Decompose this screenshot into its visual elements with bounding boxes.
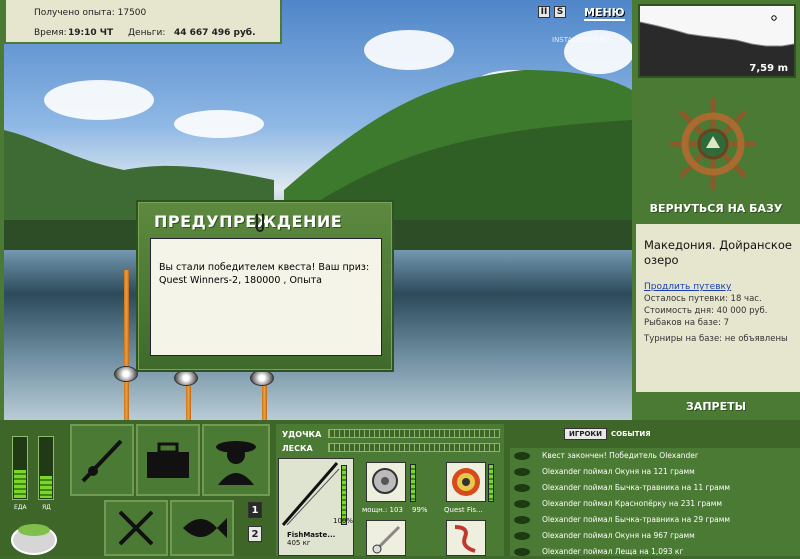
experience-label: Получено опыта: <box>34 8 115 18</box>
reel-icon[interactable] <box>174 370 198 386</box>
reel-power: мощн.: 103 <box>362 506 403 514</box>
day-cost: Стоимость дня: 40 000 руб. <box>644 306 768 316</box>
line-condition-bar <box>488 464 494 502</box>
float-icon <box>372 525 401 554</box>
fish-icon <box>183 518 227 538</box>
tournaments-status: Турниры на базе: не объявлены <box>644 334 788 344</box>
poison-label: ЯД <box>42 504 51 511</box>
watermark: INSTALLSOFT.RU <box>552 36 610 44</box>
fisherman-tile[interactable] <box>202 424 270 496</box>
worm-icon <box>454 525 476 553</box>
hook-slot[interactable] <box>366 520 406 556</box>
warning-dialog: ПРЕДУПРЕЖДЕНИЕ Вы стали победителем квес… <box>136 200 394 372</box>
time-value: 19:10 ЧТ <box>68 28 114 38</box>
line-tension-bar <box>328 443 500 452</box>
rod-weight: 405 кг <box>287 539 311 547</box>
page-2-button[interactable]: 2 <box>248 526 262 542</box>
bait-pot-icon[interactable] <box>8 516 60 556</box>
fish-tile[interactable] <box>170 500 234 556</box>
chat-tabs: ИГРОКИ СОБЫТИЯ <box>564 428 655 440</box>
fish-icon <box>514 516 530 524</box>
fishing-rod[interactable] <box>124 270 129 420</box>
line-spool-icon <box>452 468 480 496</box>
ship-wheel-icon[interactable] <box>668 96 758 192</box>
tackle-box-icon <box>147 442 189 478</box>
tab-events[interactable]: СОБЫТИЯ <box>607 429 655 439</box>
chat-message: Olexander поймал Окуня на 121 грамм <box>510 464 800 480</box>
location-info: Македония. Дойранское озеро Продлить пут… <box>636 224 800 392</box>
rod-icon <box>281 462 340 526</box>
chat-list: Квест закончен! Победитель Olexander Ole… <box>510 448 800 556</box>
fishers-count: Рыбаков на базе: 7 <box>644 318 729 328</box>
player-stats: Получено опыта: 17500 Время: 19:10 ЧТ Де… <box>4 0 282 44</box>
chat-message: Квест закончен! Победитель Olexander <box>510 448 800 464</box>
reel-icon[interactable] <box>250 370 274 386</box>
gear-panel: УДОЧКА ЛЕСКА 100% FishMaste... 405 кг мо… <box>276 424 504 556</box>
return-to-base-button[interactable]: ВЕРНУТЬСЯ НА БАЗУ <box>632 202 800 215</box>
fish-icon <box>514 468 530 476</box>
reel-icon[interactable] <box>114 366 138 382</box>
dialog-title: ПРЕДУПРЕЖДЕНИЕ <box>154 212 343 231</box>
rod-icon <box>81 439 123 483</box>
trip-left: Осталось путевки: 18 час. <box>644 294 762 304</box>
fish-icon <box>514 548 530 556</box>
fish-icon <box>514 532 530 540</box>
right-panel: 7,59 m ВЕРНУТЬСЯ НА БАЗУ Македония. Дойр… <box>632 0 800 420</box>
rods-tile[interactable] <box>70 424 134 496</box>
experience-value: 17500 <box>117 8 147 18</box>
top-icons: II S <box>538 6 570 24</box>
poison-gauge-fill <box>40 476 52 498</box>
money-label: Деньги: <box>128 28 166 38</box>
rod-name: FishMaste... <box>287 531 336 539</box>
chat-message: Olexander поймал Окуня на 967 грамм <box>510 528 800 544</box>
fish-icon <box>514 484 530 492</box>
cutlery-icon <box>118 510 154 546</box>
rod-label: УДОЧКА <box>282 430 322 439</box>
reel-icon <box>372 468 398 494</box>
depth-value: 7,59 m <box>747 63 790 74</box>
food-gauge-fill <box>14 470 26 498</box>
chat-panel: ИГРОКИ СОБЫТИЯ Квест закончен! Победитель… <box>506 424 800 556</box>
rod-slot[interactable]: 100% FishMaste... 405 кг <box>278 458 354 556</box>
reel-slot[interactable] <box>366 462 406 502</box>
experience-line: Получено опыта: 17500 <box>34 8 146 18</box>
menu-button[interactable]: МЕНЮ <box>584 6 625 21</box>
line-slot[interactable] <box>446 462 486 502</box>
line-label: ЛЕСКА <box>282 444 313 453</box>
food-tile[interactable] <box>104 500 168 556</box>
money-value: 44 667 496 руб. <box>174 28 256 38</box>
bans-button[interactable]: ЗАПРЕТЫ <box>632 400 800 413</box>
time-label: Время: <box>34 28 67 38</box>
game-window: INSTALLSOFT.RU Получено опыта: 17500 Вре… <box>0 0 800 556</box>
food-gauge <box>12 436 28 500</box>
rod-condition-bar <box>341 465 347 525</box>
sound-icon[interactable]: S <box>554 6 566 18</box>
fish-icon <box>514 452 530 460</box>
fish-icon <box>514 500 530 508</box>
location-name: Македония. Дойранское озеро <box>644 238 792 267</box>
depth-map: 7,59 m <box>638 4 796 78</box>
reel-condition-bar <box>410 464 416 502</box>
chat-message: Olexander поймал Бычка-травника на 29 гр… <box>510 512 800 528</box>
chat-message: Olexander поймал Леща на 1,093 кг <box>510 544 800 556</box>
pause-icon[interactable]: II <box>538 6 550 18</box>
rod-tension-bar <box>328 429 500 438</box>
tackle-box-tile[interactable] <box>136 424 200 496</box>
chat-message: Olexander поймал Бычка-травника на 11 гр… <box>510 480 800 496</box>
dialog-message: Вы стали победителем квеста! Ваш приз: Q… <box>150 238 382 356</box>
food-label: ЕДА <box>14 504 27 511</box>
tab-players[interactable]: ИГРОКИ <box>564 428 607 440</box>
fisherman-icon <box>216 441 256 485</box>
hook-icon <box>256 214 264 232</box>
reel-percent: 99% <box>412 506 428 514</box>
rod-percent: 100% <box>333 517 354 525</box>
line-name: Quest Fis... <box>444 506 483 514</box>
poison-gauge <box>38 436 54 500</box>
page-1-button[interactable]: 1 <box>248 502 262 518</box>
bait-slot[interactable] <box>446 520 486 556</box>
chat-message: Olexander поймал Краснопёрку на 231 грам… <box>510 496 800 512</box>
extend-trip-link[interactable]: Продлить путевку <box>644 282 731 292</box>
